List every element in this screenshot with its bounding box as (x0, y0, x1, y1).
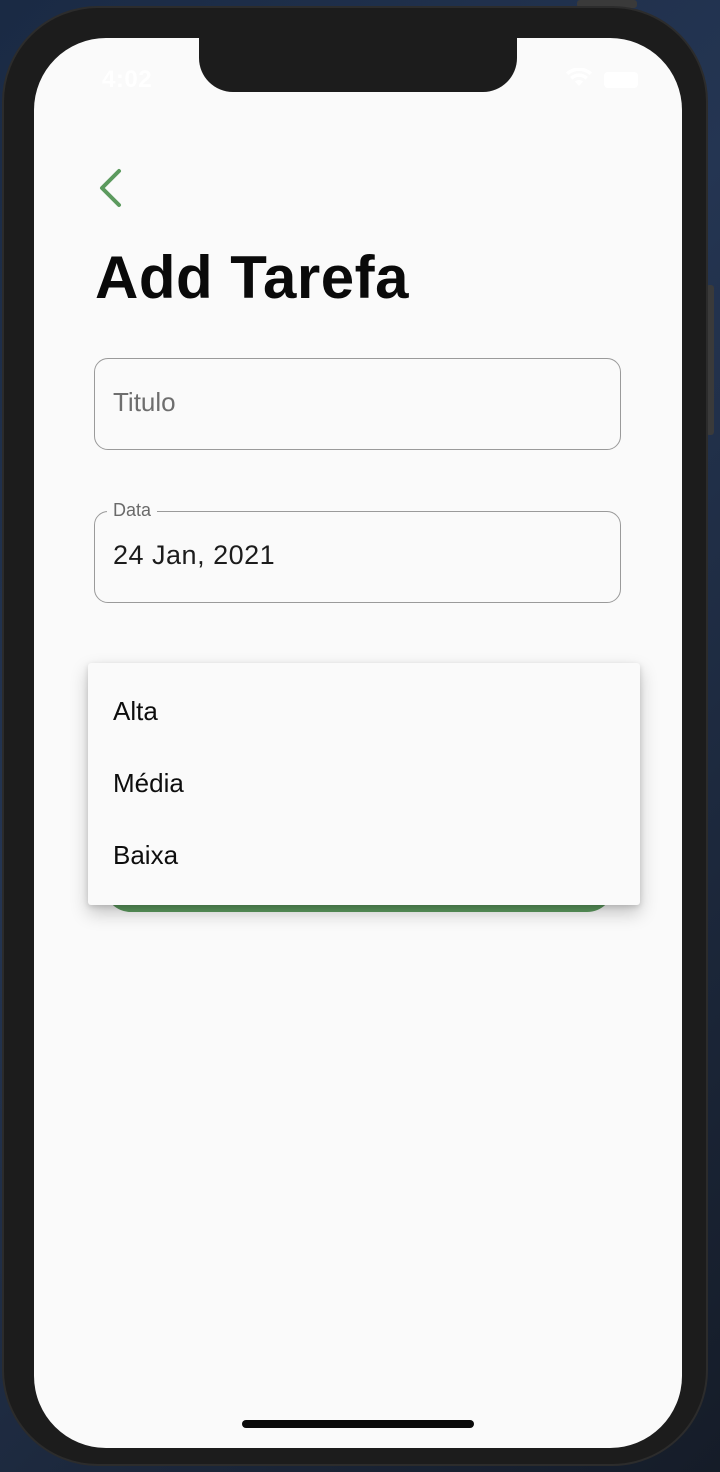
home-indicator[interactable] (242, 1420, 474, 1428)
chevron-left-icon (100, 169, 121, 207)
title-field[interactable] (94, 358, 621, 450)
device-notch (199, 38, 517, 92)
phone-frame: 4:02 Add Tarefa Data 24 Jan, 2021 Alta M… (2, 6, 708, 1466)
date-field-label: Data (107, 500, 158, 521)
page-title: Add Tarefa (95, 244, 409, 311)
back-button[interactable] (90, 166, 130, 210)
title-input[interactable] (113, 387, 593, 418)
date-value: 24 Jan, 2021 (113, 540, 276, 570)
battery-icon (604, 72, 638, 88)
priority-dropdown-menu: Alta Média Baixa (88, 663, 640, 905)
dropdown-option-media[interactable]: Média (88, 747, 640, 819)
dropdown-option-baixa[interactable]: Baixa (88, 819, 640, 891)
wifi-icon (566, 68, 592, 86)
dropdown-option-alta[interactable]: Alta (88, 675, 640, 747)
date-field[interactable]: Data 24 Jan, 2021 (94, 500, 621, 603)
app-screen: 4:02 Add Tarefa Data 24 Jan, 2021 Alta M… (34, 38, 682, 1448)
status-time: 4:02 (102, 66, 153, 93)
